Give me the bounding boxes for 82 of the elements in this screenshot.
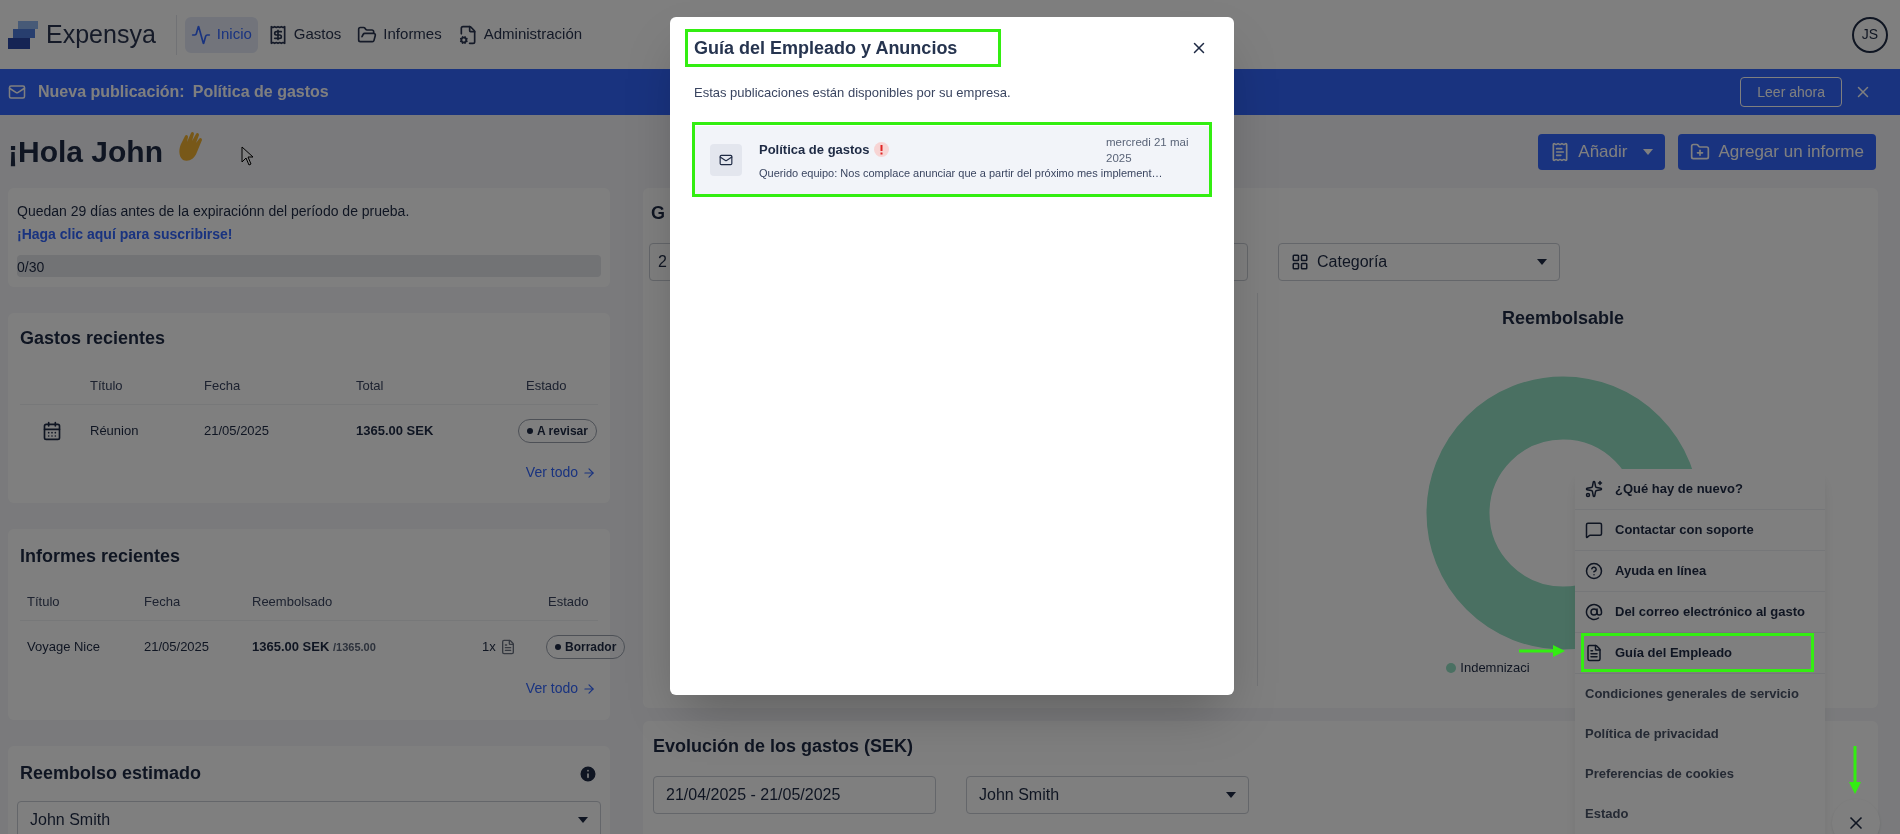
table-cell-text: 1365.00 SEK /1365.00 bbox=[252, 637, 377, 656]
view-all-link[interactable]: Ver todo bbox=[525, 462, 596, 483]
pulse-icon bbox=[190, 24, 211, 45]
caret-icon bbox=[1226, 792, 1236, 798]
legend-label: Indemnizaci bbox=[1460, 659, 1530, 677]
card-title: Reembolso estimado bbox=[20, 762, 202, 785]
chat-icon bbox=[1585, 521, 1603, 539]
column-header: Título bbox=[27, 593, 61, 612]
subscribe-link[interactable]: ¡Haga clic aquí para suscribirse! bbox=[17, 224, 233, 245]
add-button[interactable]: Añadir bbox=[1538, 133, 1666, 170]
nav-tab[interactable]: Administración bbox=[451, 16, 589, 53]
post-excerpt: Querido equipo: Nos complace anunciar que a partir del próximo mes implement… bbox=[759, 165, 1164, 181]
nav-tab[interactable]: Informes bbox=[351, 16, 448, 53]
banner-title: Política de gastos bbox=[192, 82, 329, 102]
file-gear-icon bbox=[457, 24, 478, 45]
table-cell-text: Réunion bbox=[90, 421, 140, 440]
post-title: Política de gastos bbox=[759, 140, 870, 159]
column-header: Total bbox=[356, 377, 385, 396]
menu-item[interactable]: Ayuda en línea bbox=[1575, 551, 1825, 592]
dialog-title: Guía del Empleado y Anuncios bbox=[694, 36, 958, 60]
banner-label: Nueva publicación: bbox=[38, 82, 185, 102]
document-icon bbox=[1585, 644, 1603, 662]
table-cell-text: Voyage Nice bbox=[27, 637, 101, 656]
user-avatar[interactable]: JS bbox=[1852, 16, 1888, 53]
help-icon bbox=[1585, 562, 1603, 580]
card-title: Evolución de los gastos (SEK) bbox=[653, 736, 914, 756]
caret-icon bbox=[1643, 148, 1654, 155]
at-sign-icon bbox=[1585, 603, 1603, 621]
card-title: Gastos recientes bbox=[20, 327, 167, 350]
info-icon[interactable] bbox=[578, 763, 598, 784]
receipt-count: 1x bbox=[482, 637, 496, 656]
table-cell-text: 1365.00 SEK bbox=[356, 421, 435, 440]
logo-text: Expensya bbox=[46, 18, 156, 50]
arrow-right-icon bbox=[582, 681, 596, 696]
logo-icon bbox=[8, 20, 38, 49]
card-title: G bbox=[651, 202, 665, 225]
column-header: Reembolsado bbox=[252, 593, 334, 612]
table-cell-text: 21/05/2025 bbox=[144, 637, 211, 656]
card-title: Informes recientes bbox=[20, 545, 182, 568]
add-report-button[interactable]: Agregar un informe bbox=[1678, 133, 1876, 170]
column-header: Fecha bbox=[204, 377, 242, 396]
arrow-right-icon bbox=[582, 465, 596, 480]
caret-icon bbox=[578, 817, 588, 823]
trial-message: Quedan 29 días antes de la expiraciónn del período de prueba. bbox=[17, 202, 411, 221]
column-header: Fecha bbox=[144, 593, 182, 612]
folder-icon bbox=[357, 24, 378, 45]
menu-item[interactable]: Del correo electrónico al gasto bbox=[1575, 592, 1825, 633]
annotation-arrow bbox=[1849, 746, 1861, 794]
table-cell-text: 21/05/2025 bbox=[204, 421, 271, 440]
menu-item[interactable]: Contactar con soporte bbox=[1575, 510, 1825, 551]
menu-link[interactable]: Preferencias de cookies bbox=[1575, 754, 1825, 794]
cursor-icon bbox=[241, 145, 255, 166]
post-date: mercredi 21 mai 2025 bbox=[1106, 134, 1190, 166]
document-icon bbox=[499, 638, 516, 655]
read-now-button[interactable]: Leer ahora bbox=[1740, 77, 1842, 107]
caret-icon bbox=[1537, 259, 1547, 265]
greeting-heading: ¡Hola John bbox=[8, 134, 163, 170]
user-select[interactable]: John Smith bbox=[966, 776, 1249, 814]
menu-link[interactable]: Condiciones generales de servicio bbox=[1575, 674, 1825, 714]
mail-icon bbox=[719, 152, 733, 167]
column-header: Título bbox=[90, 377, 124, 396]
dialog-subtitle: Estas publicaciones están disponibles por su empresa. bbox=[694, 84, 1012, 102]
mail-icon bbox=[8, 83, 26, 101]
column-header: Estado bbox=[548, 593, 590, 612]
post-card[interactable]: Política de gastos mercredi 21 mai 2025 Querido equipo: Nos complace anunciar que a partir del próximo mes implement… bbox=[693, 125, 1210, 196]
folder-add-icon bbox=[1690, 141, 1711, 162]
date-range-field[interactable]: 21/04/2025 - 21/05/2025 bbox=[653, 776, 936, 814]
receipt-add-icon bbox=[1550, 141, 1571, 162]
grid-icon bbox=[1291, 253, 1309, 271]
annotation-arrow bbox=[1519, 645, 1565, 657]
menu-link[interactable]: Política de privacidad bbox=[1575, 714, 1825, 754]
nav-tab[interactable]: Gastos bbox=[261, 16, 348, 53]
progress-reading: 0/30 bbox=[17, 259, 45, 275]
select-value: Categoría bbox=[1317, 252, 1388, 272]
sparkle-icon bbox=[1585, 480, 1603, 498]
view-all-link[interactable]: Ver todo bbox=[525, 678, 596, 699]
nav-tab[interactable]: Inicio bbox=[184, 16, 258, 53]
menu-item[interactable]: ¿Qué hay de nuevo? bbox=[1575, 469, 1825, 510]
chart-title: Reembolsable bbox=[1501, 307, 1624, 330]
user-select[interactable]: John Smith bbox=[17, 801, 601, 834]
column-header: Estado bbox=[526, 377, 567, 396]
category-select[interactable]: Categoría bbox=[1278, 243, 1560, 281]
